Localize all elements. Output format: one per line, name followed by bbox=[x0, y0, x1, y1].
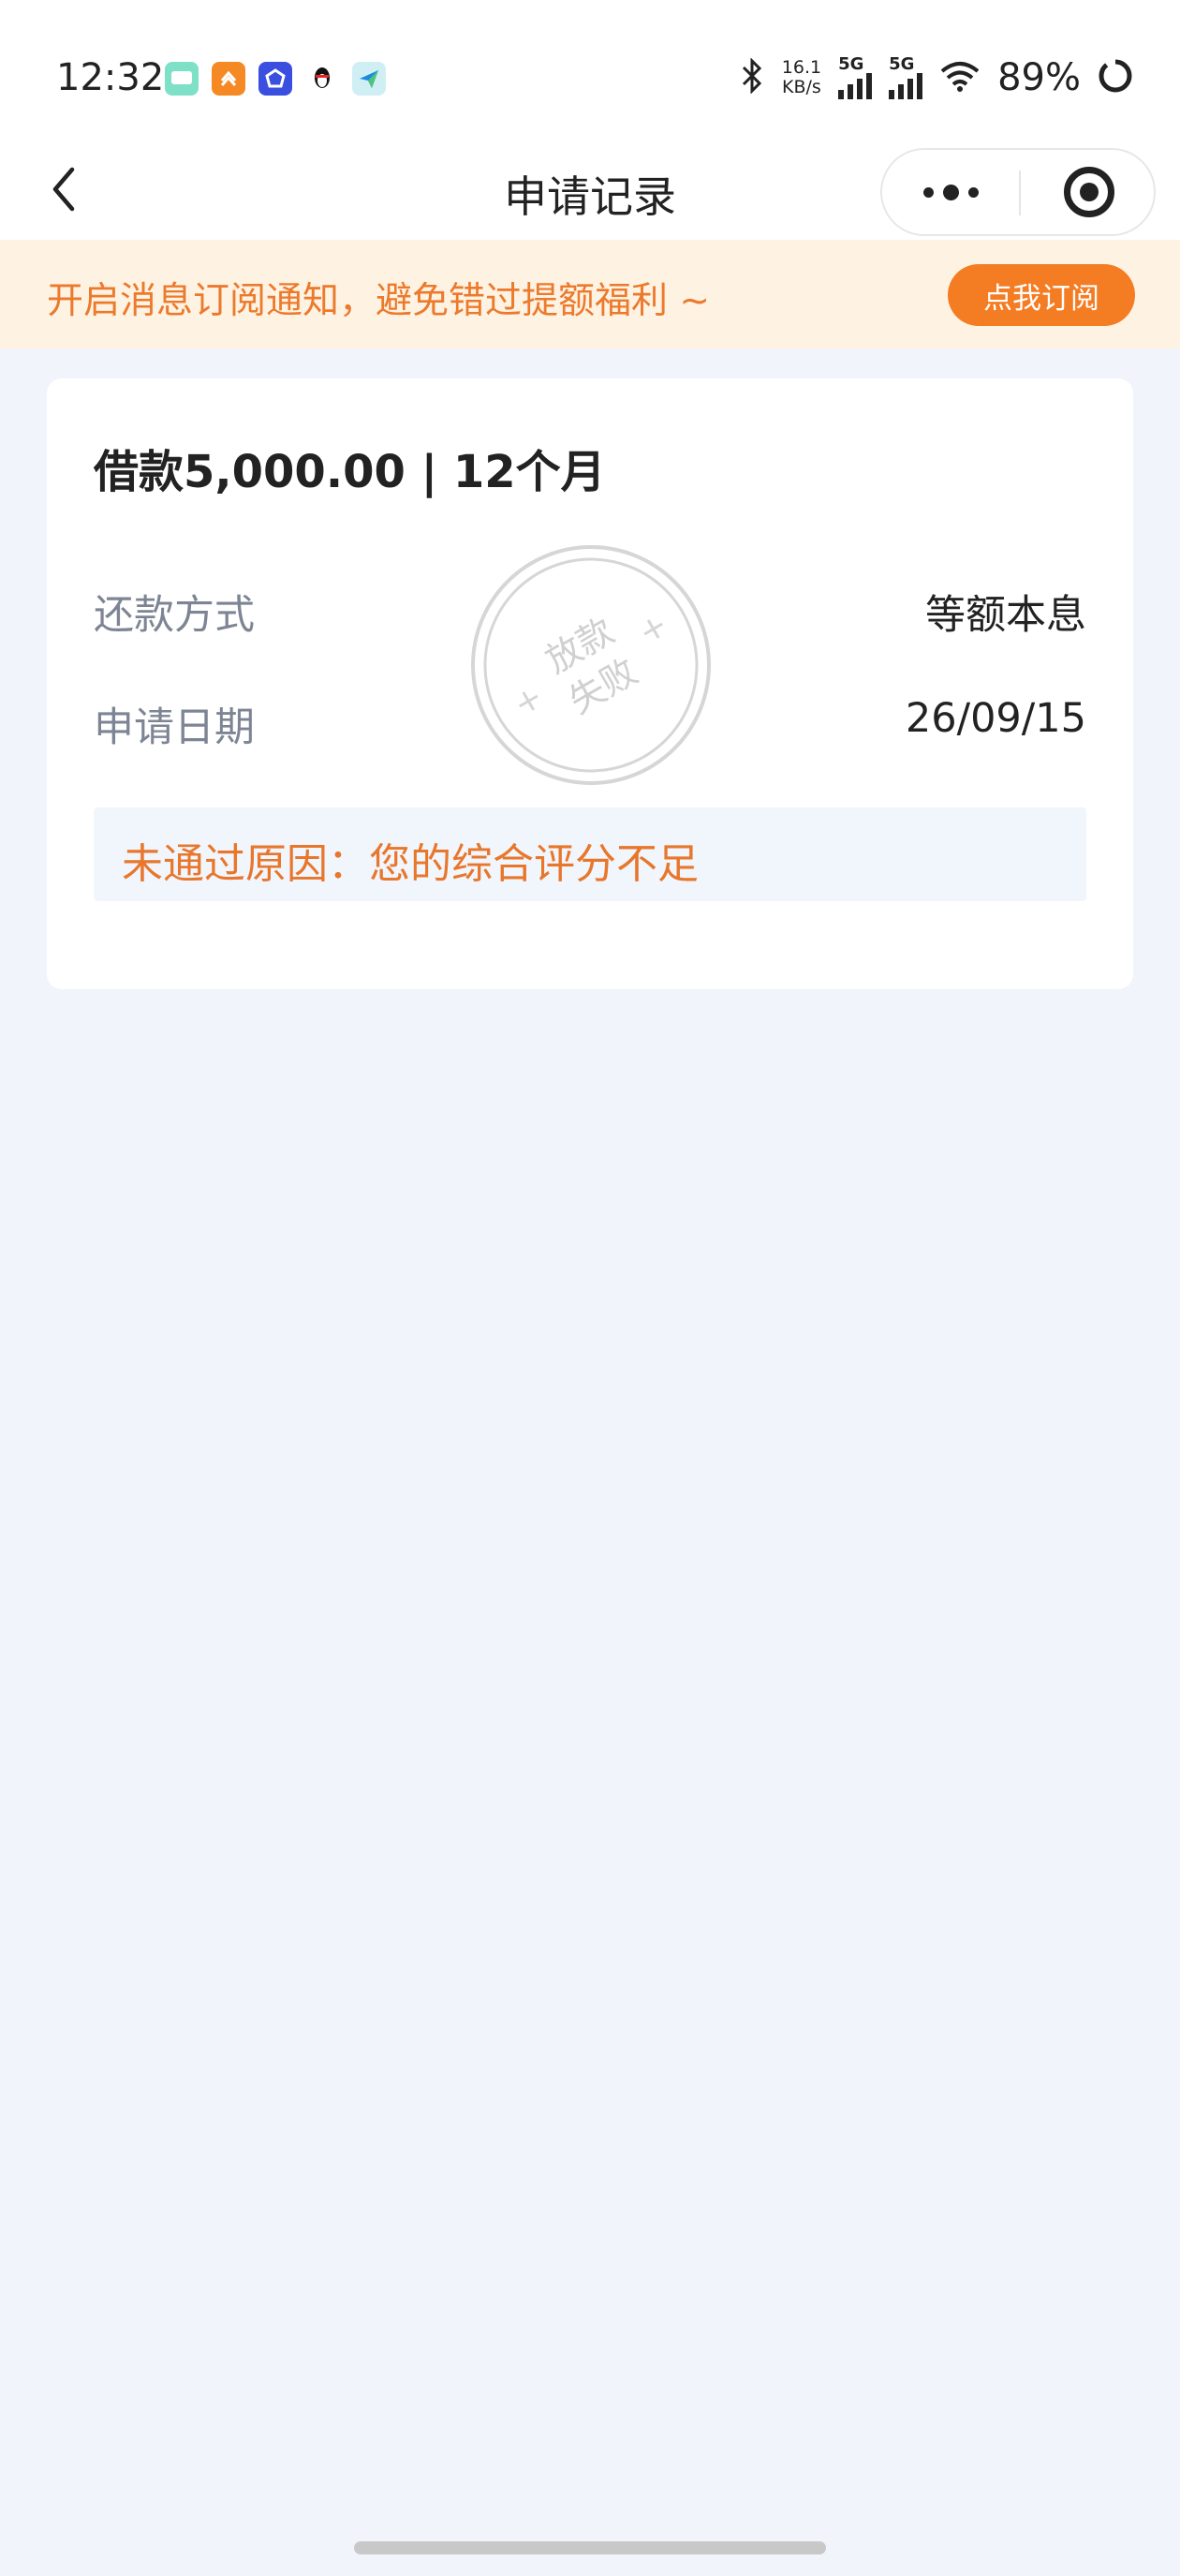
nav-bar: 申请记录 bbox=[0, 141, 1180, 240]
qq-penguin-icon bbox=[305, 62, 339, 96]
signal-2: 5G bbox=[889, 54, 923, 99]
bluetooth-icon bbox=[739, 57, 765, 97]
status-indicators: 16.1 KB/s 5G 5G 89% bbox=[739, 56, 1133, 99]
rejection-reason-text: 未通过原因：您的综合评分不足 bbox=[122, 840, 699, 888]
subscribe-banner: 开启消息订阅通知，避免错过提额福利 ~ 点我订阅 bbox=[0, 240, 1180, 348]
subscribe-banner-text: 开启消息订阅通知，避免错过提额福利 ~ bbox=[47, 280, 711, 322]
subscribe-button[interactable]: 点我订阅 bbox=[948, 264, 1135, 326]
network-speed: 16.1 KB/s bbox=[782, 58, 821, 97]
signal-1-label: 5G bbox=[838, 54, 864, 74]
repay-method-value: 等额本息 bbox=[925, 592, 1086, 639]
wifi-icon bbox=[939, 60, 981, 96]
more-button[interactable] bbox=[882, 150, 1019, 234]
apply-date-value: 26/09/15 bbox=[905, 695, 1086, 742]
orange-app-icon bbox=[212, 62, 245, 96]
signal-bars-icon bbox=[889, 73, 923, 99]
apply-date-label: 申请日期 bbox=[94, 704, 255, 751]
signal-2-label: 5G bbox=[889, 54, 915, 74]
home-indicator[interactable] bbox=[354, 2541, 826, 2554]
target-circle-icon bbox=[1064, 167, 1114, 217]
loan-failed-stamp: 放款 失败 bbox=[471, 545, 711, 785]
miniprogram-capsule bbox=[880, 148, 1156, 236]
repay-method-label: 还款方式 bbox=[94, 592, 255, 639]
target-circle-core bbox=[1080, 183, 1099, 201]
loan-summary-title: 借款5,000.00 | 12个月 bbox=[94, 446, 606, 498]
rejection-reason-box: 未通过原因：您的综合评分不足 bbox=[94, 807, 1086, 901]
paper-plane-app-icon bbox=[352, 62, 386, 96]
more-dots-icon bbox=[922, 186, 934, 198]
more-dots-icon-right bbox=[967, 186, 979, 198]
status-time: 12:32 bbox=[56, 56, 165, 99]
chat-app-icon bbox=[165, 62, 199, 96]
battery-percent: 89% bbox=[997, 56, 1081, 99]
application-record-card[interactable]: 借款5,000.00 | 12个月 还款方式 等额本息 申请日期 26/09/1… bbox=[47, 378, 1133, 989]
battery-ring-icon bbox=[1098, 58, 1133, 97]
screen: 12:32 16.1 KB/s 5G 5G 89% 申请记录 开启消息订阅通知，… bbox=[0, 0, 1180, 2576]
notification-icons bbox=[165, 62, 386, 96]
network-speed-value: 16.1 bbox=[781, 57, 822, 78]
blue-app-icon bbox=[258, 62, 292, 96]
status-bar: 12:32 16.1 KB/s 5G 5G 89% bbox=[0, 0, 1180, 141]
signal-bars-icon bbox=[838, 73, 873, 99]
more-dots-icon-center bbox=[942, 184, 959, 200]
signal-1: 5G bbox=[838, 54, 873, 99]
close-miniprogram-button[interactable] bbox=[1021, 150, 1158, 234]
network-speed-unit: KB/s bbox=[782, 77, 821, 97]
